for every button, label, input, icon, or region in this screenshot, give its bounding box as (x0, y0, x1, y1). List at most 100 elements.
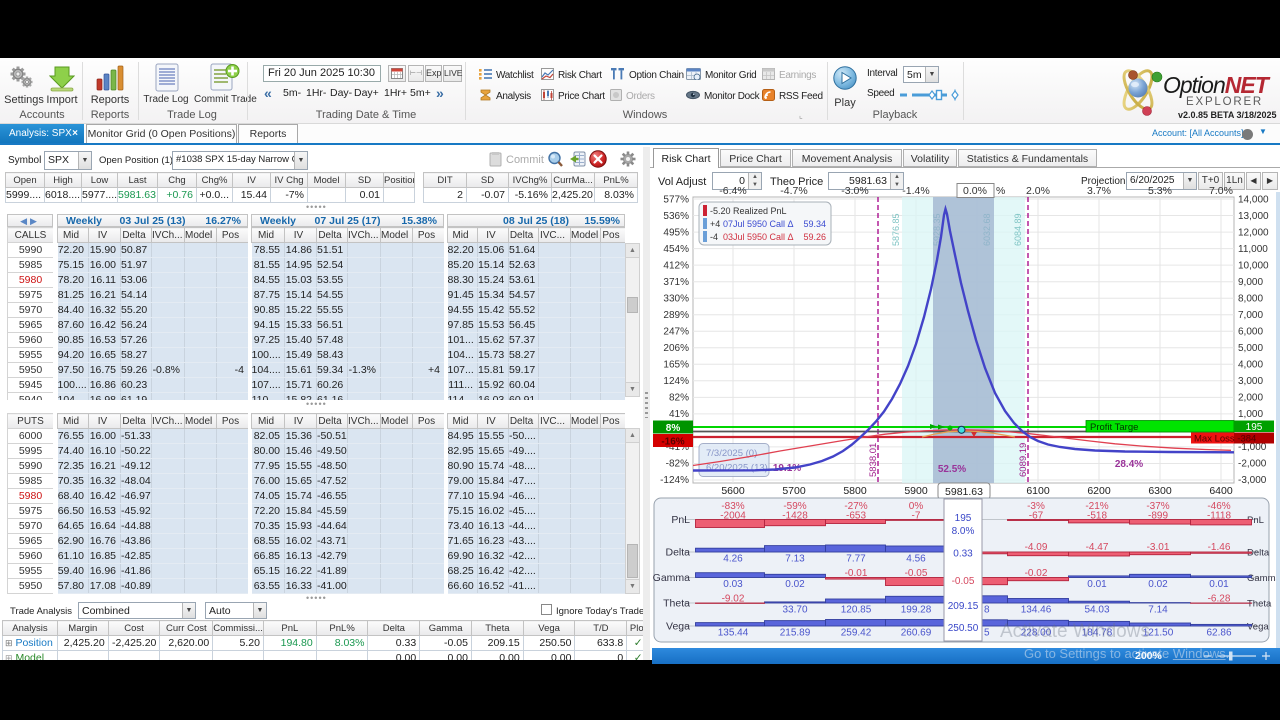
svg-text:Profit Targe: Profit Targe (1090, 422, 1138, 433)
svg-text:03Jul 5950 Call Δ: 03Jul 5950 Call Δ (723, 232, 794, 242)
svg-text:-899: -899 (1148, 511, 1168, 522)
svg-text:7.0%: 7.0% (1209, 185, 1233, 197)
svg-text:-0.05: -0.05 (952, 576, 975, 587)
svg-text:-1.4%: -1.4% (902, 185, 929, 197)
svg-text:3,000: 3,000 (1238, 376, 1263, 387)
svg-text:250.50: 250.50 (948, 623, 979, 634)
svg-text:-3.0%: -3.0% (841, 185, 868, 197)
svg-text:289%: 289% (663, 310, 689, 321)
svg-text:-4.7%: -4.7% (780, 185, 807, 197)
svg-text:4.26: 4.26 (723, 554, 743, 565)
svg-text:6,000: 6,000 (1238, 327, 1263, 338)
svg-text:-3,000: -3,000 (1238, 475, 1267, 486)
svg-text:Theta: Theta (1247, 599, 1272, 610)
svg-text:-5.20 Realized PnL: -5.20 Realized PnL (710, 206, 787, 216)
svg-text:195: 195 (1246, 422, 1263, 433)
svg-text:Max Loss -384: Max Loss -384 (1194, 434, 1256, 445)
svg-text:41%: 41% (669, 409, 689, 420)
svg-text:11,000: 11,000 (1238, 244, 1268, 255)
svg-text:330%: 330% (663, 294, 689, 305)
svg-text:0.01: 0.01 (1087, 579, 1107, 590)
svg-text:Vega: Vega (666, 621, 690, 633)
svg-text:5700: 5700 (782, 485, 806, 497)
svg-text:-6.4%: -6.4% (719, 185, 746, 197)
svg-text:495%: 495% (663, 228, 689, 239)
svg-text:8.0%: 8.0% (952, 526, 975, 537)
svg-text:215.89: 215.89 (780, 628, 811, 639)
svg-text:-4.09: -4.09 (1025, 542, 1048, 553)
svg-text:135.44: 135.44 (718, 628, 749, 639)
svg-text:-124%: -124% (660, 475, 689, 486)
svg-text:-3.01: -3.01 (1147, 542, 1170, 553)
svg-text:0.0%: 0.0% (963, 185, 987, 197)
svg-text:-0.01: -0.01 (845, 568, 868, 579)
svg-text:209.15: 209.15 (948, 601, 979, 612)
svg-text:120.85: 120.85 (841, 605, 872, 616)
svg-text:62.86: 62.86 (1206, 628, 1231, 639)
svg-text:-1.46: -1.46 (1208, 542, 1231, 553)
svg-text:247%: 247% (663, 327, 689, 338)
svg-text:Gamma: Gamma (653, 572, 691, 584)
svg-text:59.34: 59.34 (803, 219, 826, 229)
svg-text:-4: -4 (710, 232, 718, 242)
svg-text:1,000: 1,000 (1238, 409, 1263, 420)
svg-text:3.7%: 3.7% (1087, 185, 1111, 197)
svg-text:+4: +4 (710, 219, 720, 229)
svg-text:-4.47: -4.47 (1086, 542, 1109, 553)
svg-text:-1428: -1428 (782, 511, 808, 522)
svg-text:6200: 6200 (1087, 485, 1111, 497)
svg-text:6300: 6300 (1148, 485, 1172, 497)
svg-text:5.3%: 5.3% (1148, 185, 1172, 197)
svg-text:5876.85: 5876.85 (891, 213, 901, 246)
svg-text:6400: 6400 (1209, 485, 1233, 497)
svg-text:54.03: 54.03 (1084, 605, 1109, 616)
svg-text:5: 5 (984, 628, 990, 639)
svg-text:124%: 124% (663, 376, 689, 387)
svg-text:2.0%: 2.0% (1026, 185, 1050, 197)
svg-text:PnL: PnL (671, 514, 690, 526)
svg-text:412%: 412% (663, 261, 689, 272)
svg-text:8,000: 8,000 (1238, 294, 1263, 305)
svg-text:5600: 5600 (721, 485, 745, 497)
svg-text:577%: 577% (663, 195, 689, 206)
svg-text:5800: 5800 (843, 485, 867, 497)
svg-text:0.02: 0.02 (785, 579, 805, 590)
svg-text:-9.02: -9.02 (722, 594, 745, 605)
svg-text:6084.89: 6084.89 (1013, 213, 1023, 246)
svg-text:7/3/2025 (0): 7/3/2025 (0) (706, 448, 757, 459)
svg-text:9,000: 9,000 (1238, 277, 1263, 288)
svg-text:-6.28: -6.28 (1208, 594, 1231, 605)
svg-text:4.56: 4.56 (906, 554, 926, 565)
svg-text:8: 8 (984, 605, 990, 616)
svg-text:6100: 6100 (1026, 485, 1050, 497)
svg-text:-0.05: -0.05 (905, 568, 928, 579)
svg-text:7.14: 7.14 (1148, 605, 1168, 616)
svg-text:371%: 371% (663, 277, 689, 288)
svg-text:10,000: 10,000 (1238, 261, 1269, 272)
svg-text:-7: -7 (912, 511, 921, 522)
svg-text:12,000: 12,000 (1238, 228, 1269, 239)
svg-text:5,000: 5,000 (1238, 343, 1263, 354)
svg-text:-16%: -16% (661, 437, 684, 448)
svg-text:-1118: -1118 (1207, 511, 1232, 522)
svg-text:0.33: 0.33 (953, 549, 973, 560)
svg-text:0.03: 0.03 (723, 579, 743, 590)
svg-text:6089.19: 6089.19 (1018, 443, 1029, 477)
svg-text:6032.68: 6032.68 (982, 213, 992, 246)
svg-text:-2004: -2004 (720, 511, 746, 522)
svg-text:-518: -518 (1087, 511, 1107, 522)
svg-text:-0.02: -0.02 (1025, 568, 1048, 579)
svg-text:7.77: 7.77 (846, 554, 866, 565)
svg-text:5838.01: 5838.01 (868, 443, 879, 477)
svg-text:199.28: 199.28 (901, 605, 932, 616)
svg-text:33.70: 33.70 (782, 605, 807, 616)
svg-text:-2,000: -2,000 (1238, 459, 1267, 470)
svg-text:07Jul 5950 Call Δ: 07Jul 5950 Call Δ (723, 219, 794, 229)
svg-text:5900: 5900 (904, 485, 928, 497)
svg-text:Vega: Vega (1247, 622, 1269, 633)
svg-text:82%: 82% (669, 393, 689, 404)
svg-text:-653: -653 (846, 511, 866, 522)
svg-text:-67: -67 (1029, 511, 1044, 522)
svg-text:7,000: 7,000 (1238, 310, 1263, 321)
svg-text:195: 195 (955, 513, 972, 524)
